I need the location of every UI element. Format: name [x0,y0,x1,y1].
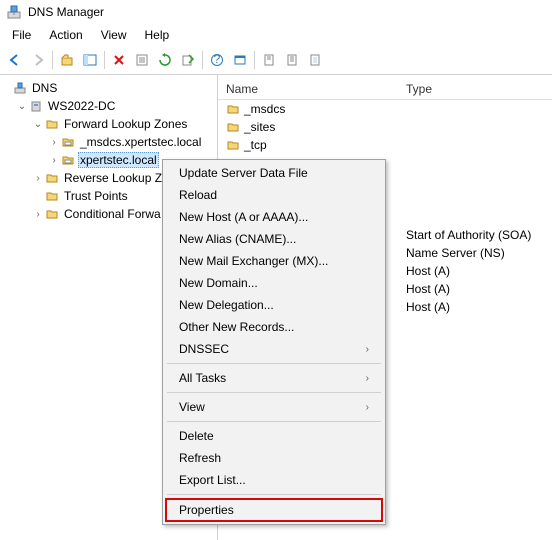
toolbar-separator [202,51,203,69]
dns-icon [12,81,28,95]
title-bar: DNS Manager [0,0,552,24]
cm-new-delegation[interactable]: New Delegation... [165,294,383,316]
item-type: Name Server (NS) [398,246,552,260]
cm-refresh[interactable]: Refresh [165,447,383,469]
folder-icon [44,189,60,203]
toolbar-separator [254,51,255,69]
column-type[interactable]: Type [398,79,552,99]
menu-action[interactable]: Action [41,26,90,44]
item-name: _msdcs [244,102,285,116]
menu-view[interactable]: View [93,26,135,44]
tree-root-dns[interactable]: DNS [0,79,217,97]
cm-new-domain[interactable]: New Domain... [165,272,383,294]
menu-help[interactable]: Help [137,26,178,44]
tree-label: xpertstec.local [78,152,159,168]
folder-icon [44,171,60,185]
filter-button-3[interactable] [304,49,326,71]
column-name[interactable]: Name [218,79,398,99]
folder-icon [226,102,240,116]
back-button[interactable] [4,49,26,71]
export-button[interactable] [177,49,199,71]
context-menu: Update Server Data File Reload New Host … [162,159,386,525]
folder-icon [44,207,60,221]
delete-button[interactable] [108,49,130,71]
expand-toggle-icon[interactable] [32,119,44,130]
filter-button-2[interactable] [281,49,303,71]
expand-toggle-icon[interactable] [48,137,60,148]
item-name: _sites [244,120,275,134]
tree-label: _msdcs.xpertstec.local [78,135,203,149]
tree-label: Forward Lookup Zones [62,117,189,131]
folder-icon [226,138,240,152]
menu-separator [167,494,381,495]
list-header: Name Type [218,79,552,100]
item-type: Host (A) [398,282,552,296]
cm-view[interactable]: View› [165,396,383,418]
cm-new-alias[interactable]: New Alias (CNAME)... [165,228,383,250]
refresh-button[interactable] [154,49,176,71]
up-one-level-button[interactable] [56,49,78,71]
tree-forward-lookup-zones[interactable]: Forward Lookup Zones [0,115,217,133]
cm-properties[interactable]: Properties [165,498,383,522]
folder-icon [44,117,60,131]
toolbar-separator [104,51,105,69]
tree-label: Conditional Forwa [62,207,163,221]
list-item[interactable]: _sites [218,118,552,136]
tree-server[interactable]: WS2022-DC [0,97,217,115]
toolbar: ? [0,46,552,75]
item-name: _tcp [244,138,267,152]
zone-folder-icon [60,153,76,167]
cm-reload[interactable]: Reload [165,184,383,206]
zone-folder-icon [60,135,76,149]
folder-icon [226,120,240,134]
menu-separator [167,363,381,364]
cm-new-mx[interactable]: New Mail Exchanger (MX)... [165,250,383,272]
cm-export-list[interactable]: Export List... [165,469,383,491]
list-item[interactable]: _msdcs [218,100,552,118]
menu-separator [167,421,381,422]
filter-button-1[interactable] [258,49,280,71]
item-type: Host (A) [398,264,552,278]
window-title: DNS Manager [28,5,104,19]
submenu-arrow-icon: › [366,344,369,355]
cm-dnssec[interactable]: DNSSEC› [165,338,383,360]
show-hide-tree-button[interactable] [79,49,101,71]
expand-toggle-icon[interactable] [16,101,28,112]
dns-app-icon [6,4,22,20]
expand-toggle-icon[interactable] [32,209,44,220]
expand-toggle-icon[interactable] [48,155,60,166]
toolbar-separator [52,51,53,69]
expand-toggle-icon[interactable] [32,173,44,184]
help-button[interactable]: ? [206,49,228,71]
list-item[interactable]: _tcp [218,136,552,154]
menu-separator [167,392,381,393]
cm-all-tasks[interactable]: All Tasks› [165,367,383,389]
menu-file[interactable]: File [4,26,39,44]
properties-button[interactable] [131,49,153,71]
new-window-button[interactable] [229,49,251,71]
cm-delete[interactable]: Delete [165,425,383,447]
server-icon [28,99,44,113]
item-type: Start of Authority (SOA) [398,228,552,242]
cm-update-server-data-file[interactable]: Update Server Data File [165,162,383,184]
tree-label: DNS [30,81,59,95]
menu-bar: File Action View Help [0,24,552,46]
cm-new-host[interactable]: New Host (A or AAAA)... [165,206,383,228]
forward-button[interactable] [27,49,49,71]
tree-label: Trust Points [62,189,130,203]
submenu-arrow-icon: › [366,373,369,384]
item-type: Host (A) [398,300,552,314]
svg-text:?: ? [214,53,221,66]
submenu-arrow-icon: › [366,402,369,413]
tree-zone-msdcs[interactable]: _msdcs.xpertstec.local [0,133,217,151]
tree-label: WS2022-DC [46,99,117,113]
tree-label: Reverse Lookup Z [62,171,164,185]
cm-other-new-records[interactable]: Other New Records... [165,316,383,338]
